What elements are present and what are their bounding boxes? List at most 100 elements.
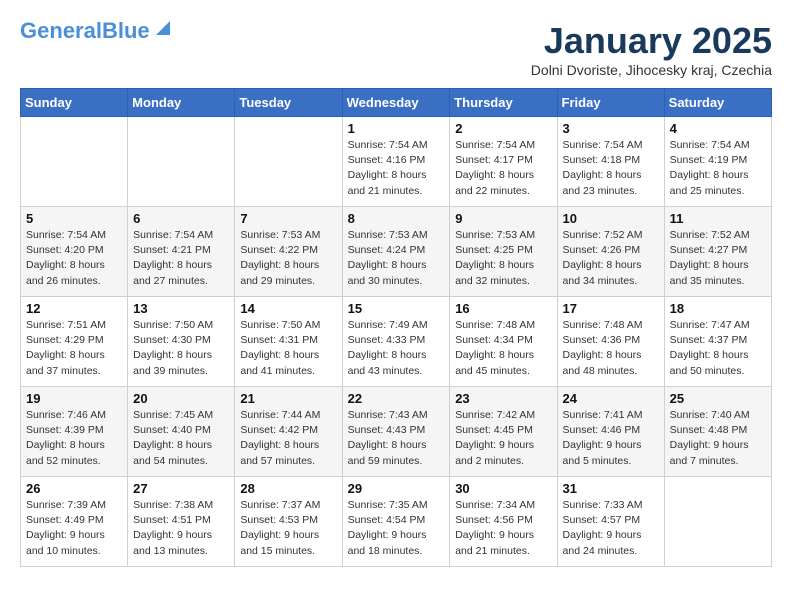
calendar-cell: 24 Sunrise: 7:41 AM Sunset: 4:46 PM Dayli… [557, 387, 664, 477]
page-header: GeneralBlue January 2025 Dolni Dvoriste,… [20, 20, 772, 78]
day-number: 25 [670, 391, 766, 406]
day-info: Sunrise: 7:52 AM Sunset: 4:27 PM Dayligh… [670, 228, 766, 289]
day-info: Sunrise: 7:54 AM Sunset: 4:20 PM Dayligh… [26, 228, 122, 289]
calendar-cell: 21 Sunrise: 7:44 AM Sunset: 4:42 PM Dayli… [235, 387, 342, 477]
calendar-cell: 20 Sunrise: 7:45 AM Sunset: 4:40 PM Dayli… [128, 387, 235, 477]
calendar-cell: 5 Sunrise: 7:54 AM Sunset: 4:20 PM Daylig… [21, 207, 128, 297]
day-info: Sunrise: 7:33 AM Sunset: 4:57 PM Dayligh… [563, 498, 659, 559]
calendar-cell: 23 Sunrise: 7:42 AM Sunset: 4:45 PM Dayli… [450, 387, 557, 477]
calendar-cell: 19 Sunrise: 7:46 AM Sunset: 4:39 PM Dayli… [21, 387, 128, 477]
calendar-cell: 3 Sunrise: 7:54 AM Sunset: 4:18 PM Daylig… [557, 117, 664, 207]
calendar-cell: 10 Sunrise: 7:52 AM Sunset: 4:26 PM Dayli… [557, 207, 664, 297]
day-info: Sunrise: 7:54 AM Sunset: 4:17 PM Dayligh… [455, 138, 551, 199]
day-number: 7 [240, 211, 336, 226]
day-info: Sunrise: 7:40 AM Sunset: 4:48 PM Dayligh… [670, 408, 766, 469]
day-info: Sunrise: 7:53 AM Sunset: 4:25 PM Dayligh… [455, 228, 551, 289]
day-info: Sunrise: 7:47 AM Sunset: 4:37 PM Dayligh… [670, 318, 766, 379]
day-number: 24 [563, 391, 659, 406]
day-number: 23 [455, 391, 551, 406]
calendar-cell: 15 Sunrise: 7:49 AM Sunset: 4:33 PM Dayli… [342, 297, 450, 387]
day-number: 15 [348, 301, 445, 316]
day-info: Sunrise: 7:54 AM Sunset: 4:19 PM Dayligh… [670, 138, 766, 199]
logo-icon [152, 17, 174, 39]
calendar-cell: 29Sunrise: 7:35 AM Sunset: 4:54 PM Dayli… [342, 477, 450, 567]
calendar-cell: 2 Sunrise: 7:54 AM Sunset: 4:17 PM Daylig… [450, 117, 557, 207]
calendar-cell [664, 477, 771, 567]
day-number: 28 [240, 481, 336, 496]
day-number: 1 [348, 121, 445, 136]
calendar-cell: 16 Sunrise: 7:48 AM Sunset: 4:34 PM Dayli… [450, 297, 557, 387]
day-info: Sunrise: 7:50 AM Sunset: 4:30 PM Dayligh… [133, 318, 229, 379]
day-number: 9 [455, 211, 551, 226]
day-number: 30 [455, 481, 551, 496]
day-info: Sunrise: 7:44 AM Sunset: 4:42 PM Dayligh… [240, 408, 336, 469]
calendar-cell: 1 Sunrise: 7:54 AM Sunset: 4:16 PM Daylig… [342, 117, 450, 207]
day-number: 27 [133, 481, 229, 496]
calendar-cell: 8 Sunrise: 7:53 AM Sunset: 4:24 PM Daylig… [342, 207, 450, 297]
day-info: Sunrise: 7:48 AM Sunset: 4:36 PM Dayligh… [563, 318, 659, 379]
weekday-header-friday: Friday [557, 89, 664, 117]
calendar-cell: 30Sunrise: 7:34 AM Sunset: 4:56 PM Dayli… [450, 477, 557, 567]
day-info: Sunrise: 7:37 AM Sunset: 4:53 PM Dayligh… [240, 498, 336, 559]
day-number: 16 [455, 301, 551, 316]
week-row-2: 5 Sunrise: 7:54 AM Sunset: 4:20 PM Daylig… [21, 207, 772, 297]
day-number: 12 [26, 301, 122, 316]
day-number: 4 [670, 121, 766, 136]
day-info: Sunrise: 7:53 AM Sunset: 4:24 PM Dayligh… [348, 228, 445, 289]
logo: GeneralBlue [20, 20, 174, 42]
weekday-header-thursday: Thursday [450, 89, 557, 117]
weekday-header-wednesday: Wednesday [342, 89, 450, 117]
title-section: January 2025 Dolni Dvoriste, Jihocesky k… [531, 20, 772, 78]
day-number: 22 [348, 391, 445, 406]
day-info: Sunrise: 7:50 AM Sunset: 4:31 PM Dayligh… [240, 318, 336, 379]
day-info: Sunrise: 7:46 AM Sunset: 4:39 PM Dayligh… [26, 408, 122, 469]
week-row-4: 19 Sunrise: 7:46 AM Sunset: 4:39 PM Dayli… [21, 387, 772, 477]
day-number: 20 [133, 391, 229, 406]
calendar-header: SundayMondayTuesdayWednesdayThursdayFrid… [21, 89, 772, 117]
calendar-cell: 13 Sunrise: 7:50 AM Sunset: 4:30 PM Dayli… [128, 297, 235, 387]
day-info: Sunrise: 7:52 AM Sunset: 4:26 PM Dayligh… [563, 228, 659, 289]
day-info: Sunrise: 7:41 AM Sunset: 4:46 PM Dayligh… [563, 408, 659, 469]
calendar-cell: 26Sunrise: 7:39 AM Sunset: 4:49 PM Dayli… [21, 477, 128, 567]
calendar-cell [235, 117, 342, 207]
day-info: Sunrise: 7:35 AM Sunset: 4:54 PM Dayligh… [348, 498, 445, 559]
calendar-cell: 22Sunrise: 7:43 AM Sunset: 4:43 PM Dayli… [342, 387, 450, 477]
day-info: Sunrise: 7:45 AM Sunset: 4:40 PM Dayligh… [133, 408, 229, 469]
day-number: 11 [670, 211, 766, 226]
day-info: Sunrise: 7:49 AM Sunset: 4:33 PM Dayligh… [348, 318, 445, 379]
day-number: 21 [240, 391, 336, 406]
day-number: 31 [563, 481, 659, 496]
day-number: 19 [26, 391, 122, 406]
day-info: Sunrise: 7:48 AM Sunset: 4:34 PM Dayligh… [455, 318, 551, 379]
day-number: 14 [240, 301, 336, 316]
calendar-cell: 31 Sunrise: 7:33 AM Sunset: 4:57 PM Dayli… [557, 477, 664, 567]
week-row-3: 12Sunrise: 7:51 AM Sunset: 4:29 PM Dayli… [21, 297, 772, 387]
calendar-cell: 6Sunrise: 7:54 AM Sunset: 4:21 PM Daylig… [128, 207, 235, 297]
week-row-1: 1 Sunrise: 7:54 AM Sunset: 4:16 PM Daylig… [21, 117, 772, 207]
calendar-cell: 25 Sunrise: 7:40 AM Sunset: 4:48 PM Dayli… [664, 387, 771, 477]
day-number: 2 [455, 121, 551, 136]
weekday-row: SundayMondayTuesdayWednesdayThursdayFrid… [21, 89, 772, 117]
day-number: 6 [133, 211, 229, 226]
week-row-5: 26Sunrise: 7:39 AM Sunset: 4:49 PM Dayli… [21, 477, 772, 567]
weekday-header-tuesday: Tuesday [235, 89, 342, 117]
day-number: 10 [563, 211, 659, 226]
day-number: 17 [563, 301, 659, 316]
calendar-cell: 28 Sunrise: 7:37 AM Sunset: 4:53 PM Dayli… [235, 477, 342, 567]
calendar-cell: 11 Sunrise: 7:52 AM Sunset: 4:27 PM Dayli… [664, 207, 771, 297]
day-number: 3 [563, 121, 659, 136]
day-info: Sunrise: 7:42 AM Sunset: 4:45 PM Dayligh… [455, 408, 551, 469]
calendar-cell: 9 Sunrise: 7:53 AM Sunset: 4:25 PM Daylig… [450, 207, 557, 297]
weekday-header-sunday: Sunday [21, 89, 128, 117]
day-info: Sunrise: 7:54 AM Sunset: 4:18 PM Dayligh… [563, 138, 659, 199]
logo-text: GeneralBlue [20, 20, 150, 42]
day-number: 8 [348, 211, 445, 226]
day-info: Sunrise: 7:54 AM Sunset: 4:16 PM Dayligh… [348, 138, 445, 199]
weekday-header-monday: Monday [128, 89, 235, 117]
day-number: 13 [133, 301, 229, 316]
calendar-cell: 14 Sunrise: 7:50 AM Sunset: 4:31 PM Dayli… [235, 297, 342, 387]
weekday-header-saturday: Saturday [664, 89, 771, 117]
day-number: 5 [26, 211, 122, 226]
month-title: January 2025 [531, 20, 772, 62]
day-number: 26 [26, 481, 122, 496]
